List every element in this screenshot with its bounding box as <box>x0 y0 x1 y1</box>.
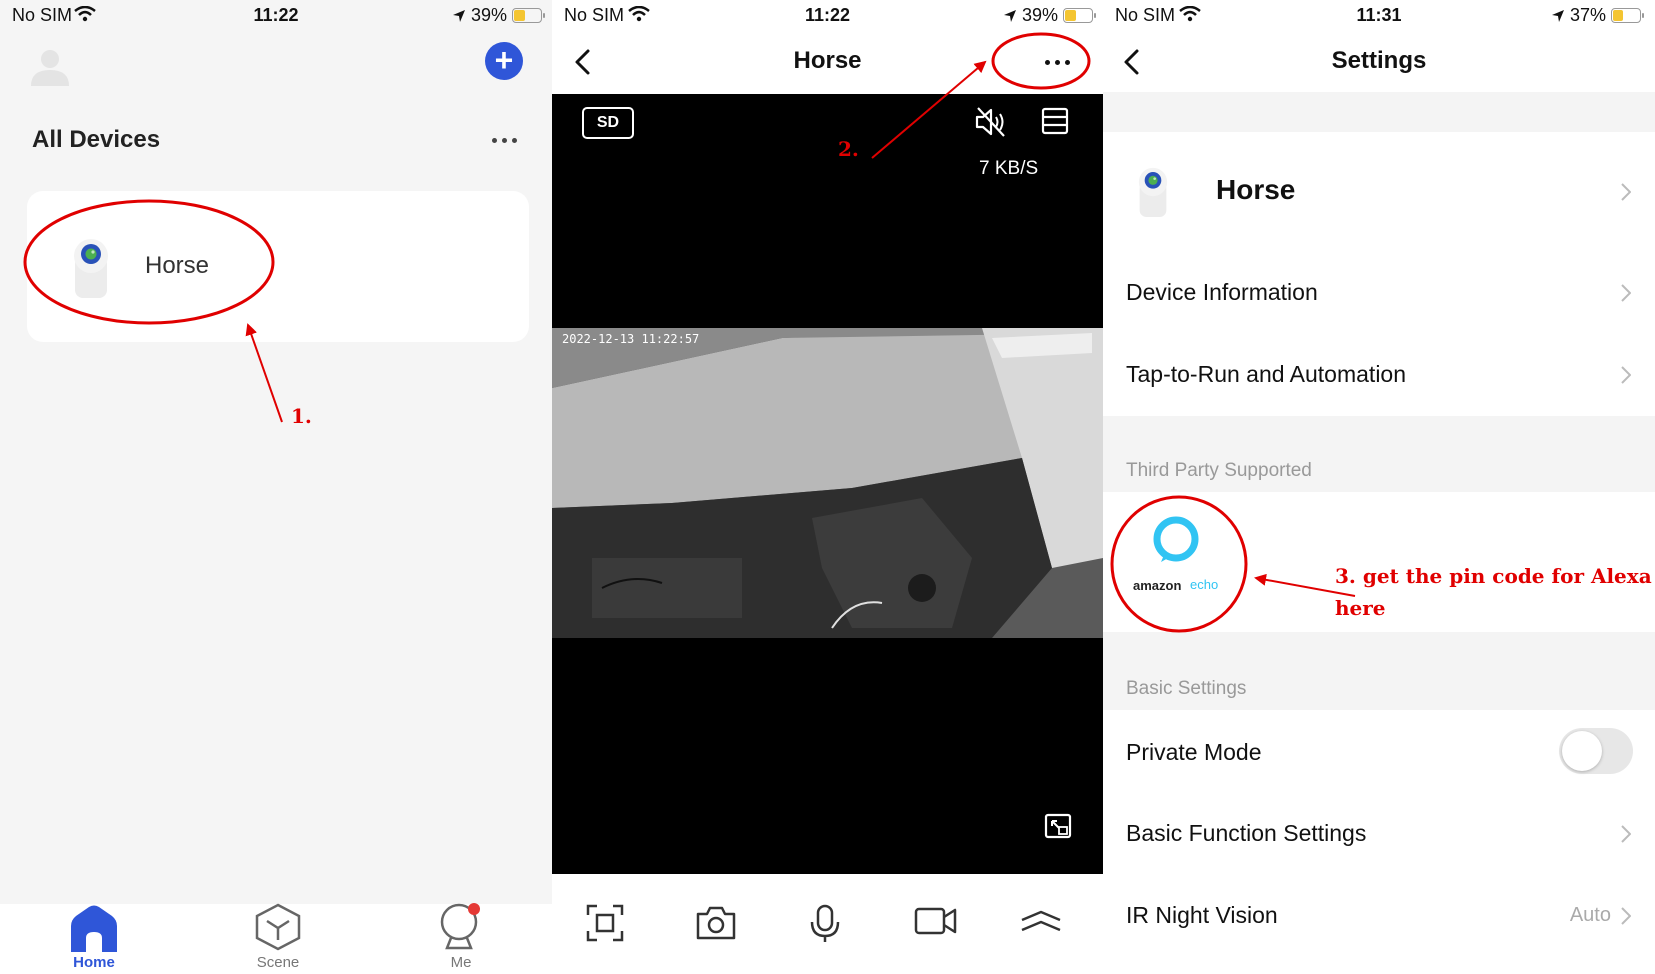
basic-settings-header: Basic Settings <box>1126 678 1247 699</box>
location-arrow-icon <box>1551 9 1564 22</box>
live-view-screen: No SIM 11:22 39% Horse SD 7 KB/S 2022-12… <box>552 0 1103 974</box>
chevron-right-icon <box>1621 284 1631 302</box>
home-icon <box>71 905 117 952</box>
battery-percent: 39% <box>1021 5 1058 25</box>
alexa-brand-text: amazon <box>1133 578 1182 593</box>
microphone-icon[interactable] <box>808 904 842 944</box>
device-name[interactable]: Horse <box>145 252 209 280</box>
private-mode-label: Private Mode <box>1126 739 1262 765</box>
page-title: Horse <box>793 47 862 74</box>
battery-icon <box>1611 8 1644 23</box>
chevron-right-icon <box>1621 907 1631 925</box>
control-bar <box>552 874 1103 974</box>
scene-cube-icon <box>255 903 301 951</box>
settings-screen: No SIM 11:31 37% Settings Horse Device I… <box>1103 0 1655 974</box>
chevron-right-icon <box>1621 825 1631 843</box>
camera-feed: 2022-12-13 11:22:57 <box>552 328 1103 638</box>
status-bar: No SIM 11:22 39% <box>0 0 552 30</box>
ir-night-vision-value: Auto <box>1569 904 1611 926</box>
screenshot-frame-icon[interactable] <box>586 904 624 942</box>
expand-panel-icon[interactable] <box>1020 904 1062 938</box>
tab-bar: Home Scene Me <box>0 902 552 974</box>
device-name: Horse <box>1216 174 1296 205</box>
status-bar: No SIM 11:22 39% <box>552 0 1103 30</box>
more-options-icon[interactable] <box>1045 60 1070 65</box>
location-arrow-icon <box>452 9 465 22</box>
status-bar: No SIM 11:31 37% <box>1103 0 1655 30</box>
alexa-ring-icon <box>1153 516 1199 562</box>
ir-night-vision-row[interactable]: IR Night Vision Auto <box>1103 874 1655 974</box>
layout-toggle-icon[interactable] <box>1040 106 1070 136</box>
mute-icon[interactable] <box>974 106 1010 138</box>
home-screen: No SIM 11:22 39% + All Devices Horse Hom… <box>0 0 552 974</box>
battery-percent: 37% <box>1569 5 1606 25</box>
camera-snapshot-icon[interactable] <box>695 904 737 942</box>
more-options-icon[interactable] <box>492 138 517 143</box>
tap-to-run-row[interactable]: Tap-to-Run and Automation <box>1103 334 1655 416</box>
tab-scene-label: Scene <box>256 954 300 971</box>
me-camera-icon <box>440 903 480 950</box>
annotation-step-1: 1. <box>291 404 312 428</box>
tab-scene[interactable]: Scene <box>233 902 323 971</box>
camera-feed-image <box>552 328 1103 638</box>
section-title: All Devices <box>32 126 161 153</box>
location-arrow-icon <box>1003 9 1016 22</box>
device-row[interactable]: Horse <box>1103 132 1655 252</box>
profile-avatar-icon[interactable] <box>28 44 72 88</box>
camera-device-icon <box>74 239 108 298</box>
stream-speed: 7 KB/S <box>979 158 1039 179</box>
tab-me[interactable]: Me <box>416 902 506 971</box>
ir-night-vision-label: IR Night Vision <box>1126 902 1278 928</box>
video-timestamp: 2022-12-13 11:22:57 <box>562 332 700 346</box>
device-information-row[interactable]: Device Information <box>1103 252 1655 334</box>
fullscreen-icon[interactable] <box>1044 813 1072 839</box>
tab-home[interactable]: Home <box>49 904 139 971</box>
battery-percent: 39% <box>470 5 507 25</box>
annotation-step-3: 3. get the pin code for Alexa <box>1335 564 1652 588</box>
tap-to-run-label: Tap-to-Run and Automation <box>1126 361 1407 387</box>
private-mode-toggle[interactable] <box>1559 728 1633 774</box>
basic-function-label: Basic Function Settings <box>1126 820 1367 846</box>
record-video-icon[interactable] <box>914 904 958 938</box>
third-party-header: Third Party Supported <box>1126 460 1312 481</box>
basic-function-row[interactable]: Basic Function Settings <box>1103 792 1655 874</box>
alexa-echo-button[interactable]: amazon echo <box>1123 514 1223 614</box>
annotation-step-3-cont: here <box>1335 596 1386 620</box>
add-device-button[interactable]: + <box>485 42 523 80</box>
chevron-right-icon <box>1621 183 1631 201</box>
page-title: Settings <box>1331 47 1427 74</box>
battery-icon <box>512 8 545 23</box>
private-mode-row: Private Mode <box>1103 710 1655 792</box>
annotation-step-2: 2. <box>838 137 859 161</box>
camera-device-icon <box>1138 167 1168 217</box>
tab-me-label: Me <box>450 954 472 971</box>
tab-home-label: Home <box>73 954 115 971</box>
device-information-label: Device Information <box>1126 279 1318 305</box>
alexa-product-text: echo <box>1190 577 1219 592</box>
chevron-right-icon <box>1621 366 1631 384</box>
battery-icon <box>1063 8 1096 23</box>
quality-toggle-button[interactable]: SD <box>582 107 634 139</box>
